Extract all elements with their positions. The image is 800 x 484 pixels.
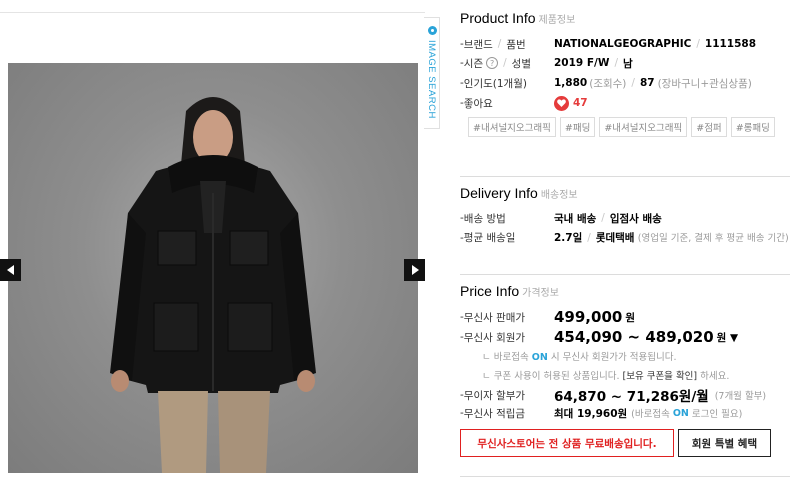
sale-price-label: 무신사 판매가	[463, 311, 526, 324]
member-price-value: 454,090 ~ 489,020	[554, 328, 714, 346]
image-search-icon	[428, 26, 437, 35]
views-value: 1,880	[554, 77, 588, 89]
tag[interactable]: #패딩	[559, 117, 596, 137]
delivery-info-heading: Delivery Info 배송정보	[460, 185, 578, 201]
coupon-note-post: 하세요.	[700, 371, 730, 382]
season-row: - 시즌? / 성별 2019 F/W / 남	[460, 57, 633, 70]
carts-suffix: (장바구니+관심상품)	[657, 77, 752, 90]
points-value: 최대 19,960원	[554, 407, 628, 420]
sale-price-value: 499,000	[554, 308, 623, 326]
image-search-label: IMAGE SEARCH	[426, 40, 437, 119]
installment-label: 무이자 할부가	[463, 389, 526, 402]
login-note-on: ON	[531, 352, 548, 363]
free-shipping-button[interactable]: 무신사스토어는 전 상품 무료배송입니다.	[460, 429, 674, 457]
sale-price-label-group: - 무신사 판매가	[460, 311, 526, 324]
installment-label-group: - 무이자 할부가	[460, 389, 526, 402]
price-info-subtitle: 가격정보	[522, 288, 559, 299]
season-value: 2019 F/W	[554, 57, 610, 69]
member-price-row: - 무신사 회원가 454,090 ~ 489,020 원 ▼	[460, 327, 738, 347]
coupon-note-pre: 쿠폰 사용이 허용된 상품입니다.	[493, 371, 620, 382]
brand-label: 브랜드	[463, 38, 493, 51]
tag-list: #내셔널지오그래픽 #패딩 #내셔널지오그래픽 #점퍼 #롱패딩	[468, 117, 788, 137]
avg-delivery-note: (영업일 기준, 결제 후 평균 배송 기간)	[637, 233, 789, 244]
product-gallery: IMAGE SEARCH	[0, 0, 440, 484]
brand-link[interactable]: NATIONALGEOGRAPHIC	[554, 38, 691, 50]
avg-delivery-label-group: -평균 배송일	[460, 232, 516, 244]
member-benefit-button[interactable]: 회원 특별 혜택	[678, 429, 771, 457]
points-row: - 무신사 적립금 최대 19,960원 (바로접속 ON 로그인 필요)	[460, 405, 742, 421]
likes-label: 좋아요	[463, 97, 493, 110]
delivery-method-label-group: - 배송 방법	[460, 212, 506, 225]
product-info-subtitle: 제품정보	[538, 15, 576, 26]
delivery-info-title: Delivery Info	[460, 185, 538, 201]
next-image-button[interactable]	[404, 259, 425, 281]
member-price-label-group: - 무신사 회원가	[460, 331, 526, 344]
tag[interactable]: #롱패딩	[730, 117, 775, 137]
tag[interactable]: #내셔널지오그래픽	[468, 117, 556, 137]
tag[interactable]: #내셔널지오그래픽	[599, 117, 688, 137]
section-divider	[460, 176, 790, 177]
login-note-post: 시 무신사 회원가가 적용됩니다.	[550, 352, 677, 363]
popularity-row: - 인기도(1개월) 1,880 (조회수)/ 87 (장바구니+관심상품)	[460, 77, 752, 90]
heart-icon[interactable]	[554, 95, 569, 111]
gender-value: 남	[623, 57, 633, 70]
sale-price-row: - 무신사 판매가 499,000 원	[460, 307, 635, 327]
views-suffix: (조회수)	[589, 77, 627, 90]
courier-name: 롯데택배	[595, 232, 635, 244]
coupon-note: ㄴ 쿠폰 사용이 허용된 상품입니다. [보유 쿠폰을 확인] 하세요.	[482, 371, 730, 382]
popularity-label-group: - 인기도(1개월)	[460, 77, 527, 90]
login-note-pre: 바로접속	[493, 352, 529, 363]
delivery-store: 입점사 배송	[609, 212, 662, 225]
brand-label-group: - 브랜드 / 품번	[460, 38, 526, 51]
avg-delivery-days: 2.7일	[554, 232, 583, 244]
prev-image-button[interactable]	[0, 259, 21, 281]
model-no-value: 1111588	[704, 38, 757, 50]
points-label: 무신사 적립금	[463, 407, 526, 420]
avg-delivery-row: -평균 배송일 2.7일 / 롯데택배 (영업일 기준, 결제 후 평균 배송 기간…	[460, 232, 789, 244]
installment-note: (7개월 할부)	[714, 391, 767, 402]
installment-value: 64,870 ~ 71,286원/월	[554, 389, 709, 405]
likes-label-group: - 좋아요	[460, 97, 493, 110]
model-no-label: 품번	[506, 38, 526, 51]
delivery-info-subtitle: 배송정보	[540, 190, 578, 201]
gallery-top-divider	[0, 12, 425, 13]
image-search-tab[interactable]: IMAGE SEARCH	[424, 17, 440, 129]
section-divider	[460, 274, 790, 275]
model-illustration	[110, 97, 316, 473]
points-note-post: 로그인 필요)	[691, 409, 743, 420]
help-icon[interactable]: ?	[486, 57, 499, 69]
brand-row: - 브랜드 / 품번 NATIONALGEOGRAPHIC/1111588	[460, 38, 757, 51]
heart-shape	[557, 99, 566, 107]
points-note-on: ON	[672, 407, 689, 419]
login-note: ㄴ 바로접속 ON 시 무신사 회원가가 적용됩니다.	[482, 352, 677, 363]
product-photo[interactable]	[8, 63, 418, 473]
points-label-group: - 무신사 적립금	[460, 407, 526, 420]
points-note-pre: (바로접속	[631, 409, 670, 420]
price-info-heading: Price Info 가격정보	[460, 283, 559, 299]
chevron-left-icon	[6, 265, 14, 275]
gender-label: 성별	[511, 57, 531, 70]
section-divider	[460, 476, 790, 477]
product-info-panel: Product Info 제품정보 - 브랜드 / 품번 NATIONALGEOGRAP…	[452, 0, 800, 484]
delivery-method-label: 배송 방법	[463, 212, 506, 225]
delivery-domestic: 국내 배송	[554, 212, 597, 225]
chevron-right-icon	[411, 265, 419, 275]
price-info-title: Price Info	[460, 283, 520, 299]
carts-value: 87	[639, 77, 655, 89]
product-info-heading: Product Info 제품정보	[460, 10, 575, 26]
sale-price-won: 원	[625, 311, 635, 324]
product-info-title: Product Info	[460, 10, 536, 26]
tag[interactable]: #점퍼	[691, 117, 727, 137]
season-label: 시즌	[463, 57, 484, 70]
season-label-group: - 시즌? / 성별	[460, 57, 531, 70]
installment-row: - 무이자 할부가 64,870 ~ 71,286원/월 (7개월 할부)	[460, 386, 767, 405]
check-coupon-link[interactable]: [보유 쿠폰을 확인]	[623, 371, 698, 382]
member-price-label: 무신사 회원가	[463, 331, 526, 344]
member-price-toggle[interactable]: 원 ▼	[717, 330, 738, 345]
delivery-method-row: - 배송 방법 국내 배송 / 입점사 배송	[460, 212, 662, 225]
likes-count: 47	[573, 97, 588, 109]
avg-delivery-label: 평균 배송일	[463, 232, 516, 244]
popularity-label: 인기도(1개월)	[463, 77, 527, 90]
likes-row: - 좋아요 47	[460, 95, 588, 111]
